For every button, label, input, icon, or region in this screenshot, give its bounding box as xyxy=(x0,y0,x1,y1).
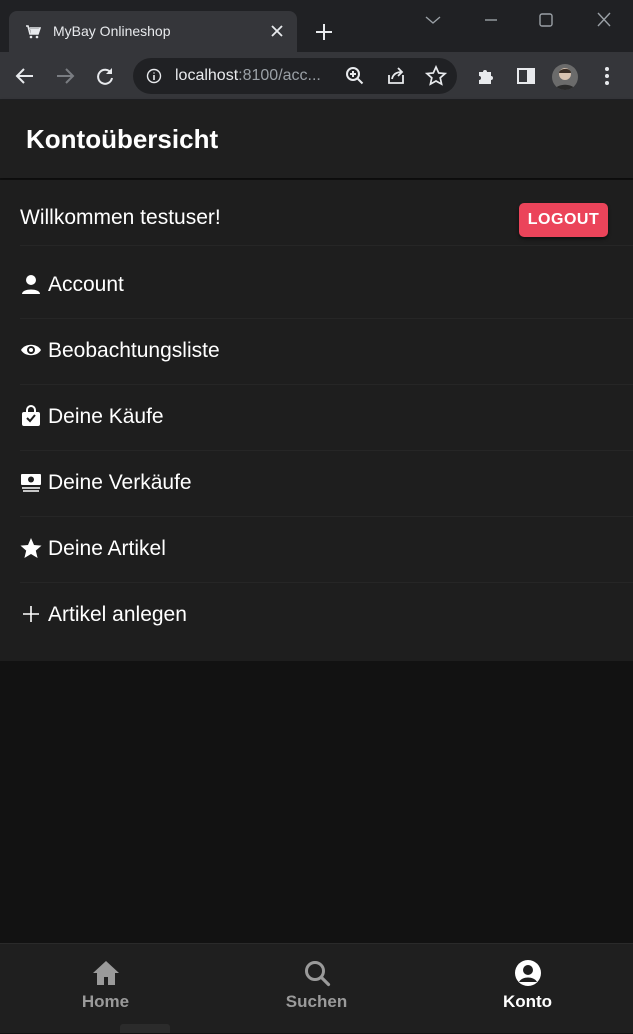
menu-dots-icon[interactable] xyxy=(596,65,618,87)
page-title: Kontoübersicht xyxy=(26,124,219,154)
bag-check-icon xyxy=(22,405,40,426)
tab-label: Konto xyxy=(502,992,553,1011)
taskbar-handle xyxy=(120,1024,170,1033)
share-icon[interactable] xyxy=(385,65,407,87)
menu-item-sales[interactable]: Deine Verkäufe xyxy=(0,451,633,517)
menu-item-label: Beobachtungsliste xyxy=(48,339,220,362)
url-text: localhost:8100/acc... xyxy=(175,67,321,84)
account-menu-list: Willkommen testuser! LOGOUT Account Beob… xyxy=(0,180,633,661)
tab-label: Suchen xyxy=(285,992,348,1011)
tab-strip: MyBay Onlineshop xyxy=(0,0,633,52)
browser-tab[interactable]: MyBay Onlineshop xyxy=(9,11,297,52)
star-icon xyxy=(20,538,42,558)
cash-icon xyxy=(21,474,41,492)
cart-icon xyxy=(26,25,41,39)
puzzle-icon[interactable] xyxy=(475,65,497,87)
tab-home[interactable]: Home xyxy=(0,944,211,1034)
sidepanel-icon[interactable] xyxy=(515,65,537,87)
forward-icon[interactable] xyxy=(54,65,76,87)
app-header: Kontoübersicht xyxy=(0,100,633,178)
tab-search[interactable]: Suchen xyxy=(211,944,422,1034)
person-icon xyxy=(22,275,40,294)
star-icon[interactable] xyxy=(425,65,447,87)
chevron-down-icon[interactable] xyxy=(422,10,444,30)
person-circle-icon xyxy=(514,960,541,986)
home-icon xyxy=(92,961,119,985)
menu-item-label: Deine Verkäufe xyxy=(48,471,192,494)
eye-icon xyxy=(21,344,41,356)
divider xyxy=(20,245,633,246)
info-icon[interactable] xyxy=(146,68,162,84)
menu-item-label: Deine Käufe xyxy=(48,405,164,428)
tab-account[interactable]: Konto xyxy=(422,944,633,1034)
reload-icon[interactable] xyxy=(94,65,116,87)
add-icon xyxy=(23,606,39,622)
plus-icon[interactable] xyxy=(314,22,334,42)
address-bar[interactable]: localhost:8100/acc... xyxy=(133,58,457,94)
maximize-icon[interactable] xyxy=(535,10,557,30)
browser-chrome: MyBay Onlineshop localhost:8100/acc... xyxy=(0,0,633,100)
browser-toolbar: localhost:8100/acc... xyxy=(0,52,633,100)
bottom-tab-bar: Home Suchen Konto xyxy=(0,943,633,1033)
menu-item-label: Account xyxy=(48,273,124,296)
menu-item-account[interactable]: Account xyxy=(0,253,633,319)
menu-item-my-articles[interactable]: Deine Artikel xyxy=(0,517,633,583)
minimize-icon[interactable] xyxy=(480,10,502,30)
window-close-icon[interactable] xyxy=(593,10,615,30)
menu-item-purchases[interactable]: Deine Käufe xyxy=(0,385,633,451)
search-icon xyxy=(304,961,330,987)
tab-label: Home xyxy=(81,992,130,1011)
profile-avatar[interactable] xyxy=(552,64,578,90)
logout-button[interactable]: LOGOUT xyxy=(519,203,608,237)
welcome-text: Willkommen testuser! xyxy=(20,206,221,229)
menu-item-label: Artikel anlegen xyxy=(48,603,187,626)
tab-title: MyBay Onlineshop xyxy=(53,23,171,39)
menu-item-watchlist[interactable]: Beobachtungsliste xyxy=(0,319,633,385)
welcome-row: Willkommen testuser! LOGOUT xyxy=(0,180,633,246)
zoom-icon[interactable] xyxy=(344,65,366,87)
close-icon[interactable] xyxy=(269,23,285,39)
menu-item-create-article[interactable]: Artikel anlegen xyxy=(0,583,633,649)
menu-item-label: Deine Artikel xyxy=(48,537,166,560)
back-icon[interactable] xyxy=(14,65,36,87)
